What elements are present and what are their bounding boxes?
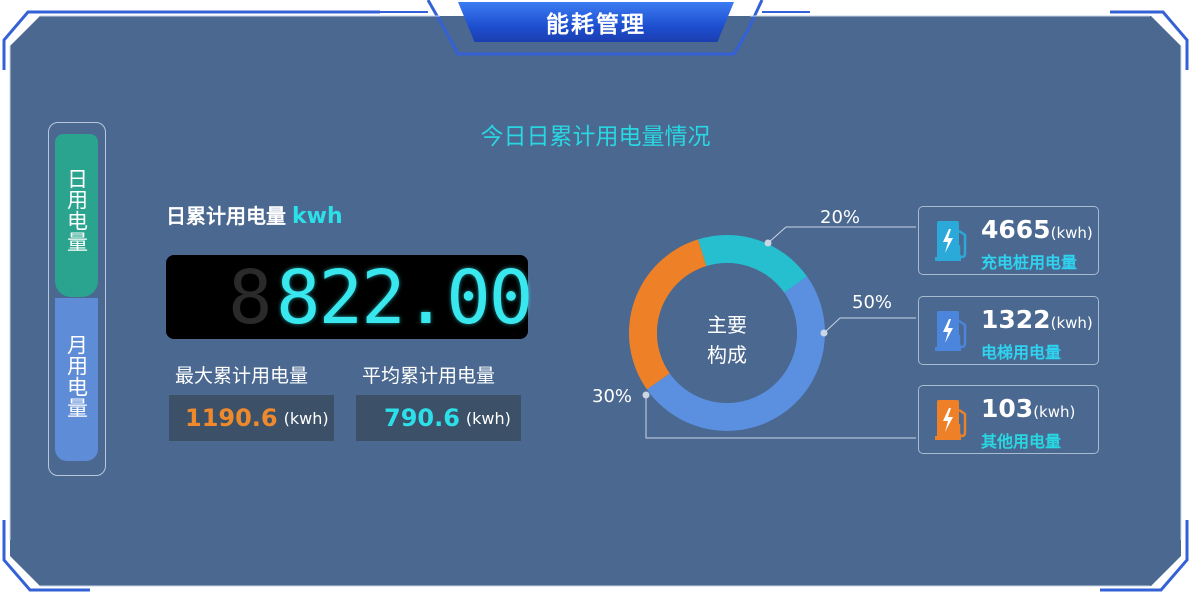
card-elevator-name: 电梯用电量 bbox=[981, 343, 1062, 362]
card-elevator: 1322(kwh) 电梯用电量 bbox=[918, 296, 1099, 365]
card-other: 103(kwh) 其他用电量 bbox=[918, 385, 1099, 454]
card-other-unit: (kwh) bbox=[1033, 403, 1076, 421]
leader-dot-top bbox=[764, 239, 772, 247]
card-elevator-value: 1322(kwh) bbox=[981, 305, 1093, 334]
card-elevator-unit: (kwh) bbox=[1050, 314, 1093, 332]
donut-center-line1: 主要 bbox=[707, 313, 747, 337]
card-charging-number: 4665 bbox=[981, 215, 1051, 244]
card-elevator-number: 1322 bbox=[981, 305, 1051, 334]
pct-label-left: 30% bbox=[592, 386, 633, 407]
donut-center-label: 主要 构成 bbox=[687, 310, 767, 370]
card-other-value: 103(kwh) bbox=[981, 394, 1075, 423]
pct-label-top: 20% bbox=[820, 207, 861, 228]
leader-dot-left bbox=[642, 391, 650, 399]
card-charging-pile: 4665(kwh) 充电桩用电量 bbox=[918, 206, 1099, 275]
pct-label-right: 50% bbox=[852, 292, 893, 313]
donut-center-line2: 构成 bbox=[707, 343, 747, 367]
leader-line-right bbox=[823, 317, 916, 334]
card-other-name: 其他用电量 bbox=[981, 432, 1062, 451]
charger-icon bbox=[935, 400, 967, 440]
leader-dot-right bbox=[820, 329, 828, 337]
card-charging-name: 充电桩用电量 bbox=[981, 253, 1078, 272]
card-other-number: 103 bbox=[981, 394, 1034, 423]
leader-line-top bbox=[767, 226, 916, 244]
card-charging-value: 4665(kwh) bbox=[981, 215, 1093, 244]
charger-icon bbox=[935, 221, 967, 261]
card-charging-unit: (kwh) bbox=[1050, 224, 1093, 242]
charger-icon bbox=[935, 311, 967, 351]
